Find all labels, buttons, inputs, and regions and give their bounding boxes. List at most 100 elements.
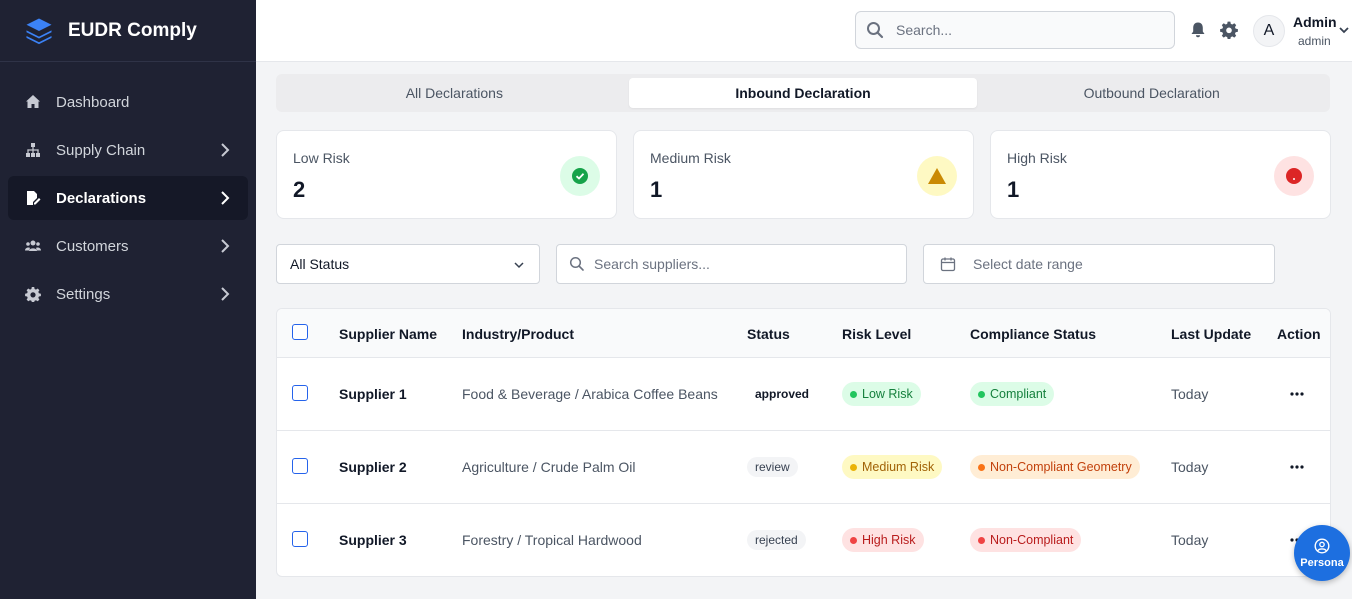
- column-header: Status: [747, 326, 790, 342]
- supplier-name[interactable]: Supplier 2: [339, 459, 407, 475]
- risk-label: Low Risk: [862, 387, 913, 401]
- bell-icon[interactable]: [1189, 21, 1207, 39]
- medium-risk-card: Medium Risk 1: [633, 130, 974, 219]
- last-update: Today: [1171, 459, 1209, 475]
- risk-badge: Medium Risk: [842, 455, 943, 479]
- sidebar-item-label: Dashboard: [56, 93, 130, 111]
- chevron-right-icon: [218, 142, 232, 158]
- declarations-table: Supplier Name Industry/Product Status Ri…: [276, 308, 1331, 577]
- user-name[interactable]: Admin: [1293, 14, 1337, 30]
- status-badge: rejected: [747, 530, 806, 550]
- last-update: Today: [1171, 386, 1209, 402]
- risk-badge: High Risk: [842, 528, 924, 552]
- sidebar-item-supply-chain[interactable]: Supply Chain: [8, 128, 248, 172]
- last-update: Today: [1171, 532, 1209, 548]
- chevron-down-icon: [514, 262, 524, 269]
- card-label: Low Risk: [293, 150, 350, 166]
- card-value: 1: [1007, 177, 1020, 202]
- select-all-checkbox[interactable]: [292, 324, 308, 340]
- supplier-name[interactable]: Supplier 1: [339, 386, 407, 402]
- row-checkbox[interactable]: [292, 458, 308, 474]
- alert-circle-icon: [1274, 156, 1314, 196]
- persona-button[interactable]: Persona: [1294, 525, 1350, 581]
- sidebar-item-settings[interactable]: Settings: [8, 272, 248, 316]
- sidebar-nav: Dashboard Supply Chain Declarations Cust…: [0, 62, 256, 316]
- sidebar-item-dashboard[interactable]: Dashboard: [8, 80, 248, 124]
- status-dot: [850, 536, 857, 544]
- declaration-tabs: All Declarations Inbound Declaration Out…: [276, 74, 1330, 112]
- check-circle-icon: [560, 156, 600, 196]
- brand[interactable]: EUDR Comply: [0, 0, 256, 62]
- card-value: 2: [293, 177, 306, 202]
- row-checkbox[interactable]: [292, 385, 308, 401]
- risk-label: Medium Risk: [862, 460, 935, 474]
- compliance-badge: Compliant: [970, 382, 1055, 406]
- more-actions-icon[interactable]: [1289, 459, 1305, 475]
- compliance-label: Compliant: [990, 387, 1047, 401]
- sidebar-item-label: Supply Chain: [56, 141, 146, 159]
- row-checkbox[interactable]: [292, 531, 308, 547]
- compliance-label: Non-Compliant Geometry: [990, 460, 1132, 474]
- column-header: Action: [1277, 326, 1321, 342]
- search-icon: [867, 22, 884, 39]
- card-label: Medium Risk: [650, 150, 731, 166]
- persona-label: Persona: [1300, 556, 1344, 569]
- global-search[interactable]: [855, 11, 1175, 49]
- status-dot: [978, 463, 985, 471]
- status-filter-select[interactable]: All Status: [276, 244, 540, 284]
- card-value: 1: [650, 177, 663, 202]
- table-row[interactable]: Supplier 3 Forestry / Tropical Hardwood …: [277, 504, 1330, 576]
- gear-icon: [24, 285, 42, 303]
- home-icon: [24, 93, 42, 111]
- user-role: admin: [1298, 34, 1331, 48]
- sidebar-item-label: Customers: [56, 237, 129, 255]
- status-dot: [978, 390, 985, 398]
- chevron-right-icon: [218, 238, 232, 254]
- sidebar-item-label: Settings: [56, 285, 111, 303]
- app-name: EUDR Comply: [68, 19, 197, 41]
- chevron-right-icon: [218, 190, 232, 206]
- industry-product: Forestry / Tropical Hardwood: [462, 532, 642, 548]
- user-circle-icon: [1314, 537, 1330, 554]
- column-header: Supplier Name: [339, 326, 438, 342]
- avatar[interactable]: A: [1253, 15, 1285, 47]
- high-risk-card: High Risk 1: [990, 130, 1331, 219]
- chevron-down-icon[interactable]: [1338, 24, 1350, 36]
- main-content: All Declarations Inbound Declaration Out…: [256, 62, 1352, 599]
- layers-icon: [26, 18, 52, 44]
- table-row[interactable]: Supplier 1 Food & Beverage / Arabica Cof…: [277, 358, 1330, 431]
- more-actions-icon[interactable]: [1289, 386, 1305, 402]
- table-row[interactable]: Supplier 2 Agriculture / Crude Palm Oil …: [277, 431, 1330, 504]
- global-search-input[interactable]: [896, 22, 1156, 38]
- tab-inbound-declaration[interactable]: Inbound Declaration: [628, 78, 978, 108]
- industry-product: Agriculture / Crude Palm Oil: [462, 459, 636, 475]
- supplier-search-placeholder: Search suppliers...: [594, 256, 710, 272]
- sidebar-item-customers[interactable]: Customers: [8, 224, 248, 268]
- column-header: Compliance Status: [970, 326, 1097, 342]
- supplier-name[interactable]: Supplier 3: [339, 532, 407, 548]
- status-filter-value: All Status: [290, 256, 350, 272]
- sidebar: EUDR Comply Dashboard Supply Chain Decla…: [0, 0, 256, 599]
- warning-triangle-icon: [917, 156, 957, 196]
- column-header: Risk Level: [842, 326, 912, 342]
- date-range-placeholder: Select date range: [973, 256, 1083, 272]
- compliance-badge: Non-Compliant Geometry: [970, 455, 1140, 479]
- sitemap-icon: [24, 141, 42, 159]
- low-risk-card: Low Risk 2: [276, 130, 617, 219]
- chevron-right-icon: [218, 286, 232, 302]
- calendar-icon: [940, 257, 956, 272]
- sidebar-item-declarations[interactable]: Declarations: [8, 176, 248, 220]
- tab-all-declarations[interactable]: All Declarations: [280, 78, 629, 108]
- tab-outbound-declaration[interactable]: Outbound Declaration: [977, 78, 1326, 108]
- topbar: A Admin admin: [256, 0, 1352, 62]
- column-header: Last Update: [1171, 326, 1252, 342]
- date-range-picker[interactable]: Select date range: [923, 244, 1275, 284]
- gear-icon[interactable]: [1220, 21, 1238, 39]
- supplier-search[interactable]: Search suppliers...: [556, 244, 907, 284]
- sidebar-item-label: Declarations: [56, 189, 147, 207]
- status-badge: review: [747, 457, 798, 477]
- column-header: Industry/Product: [462, 326, 575, 342]
- status-dot: [850, 463, 857, 471]
- card-label: High Risk: [1007, 150, 1067, 166]
- status-badge: approved: [755, 387, 810, 401]
